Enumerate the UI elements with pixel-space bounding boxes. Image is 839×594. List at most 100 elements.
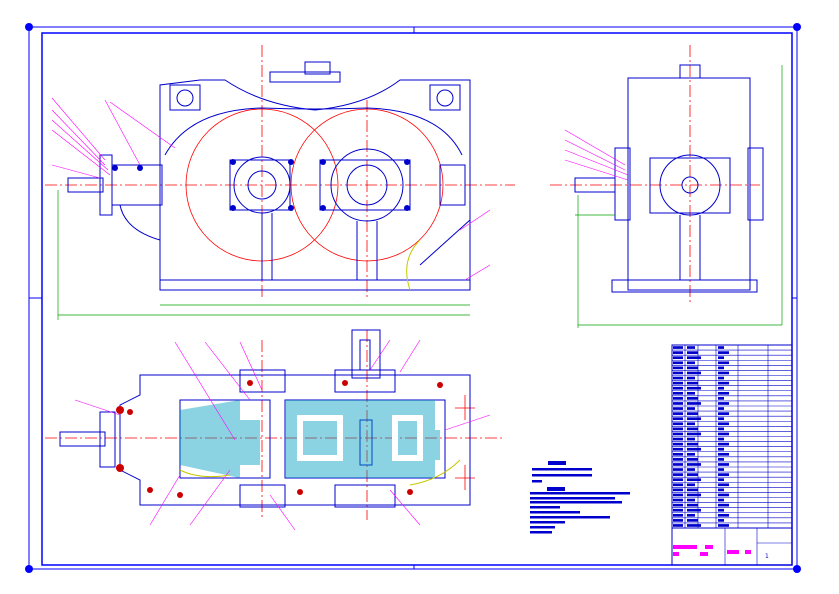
- parts-list-cell-text: [673, 427, 683, 431]
- parts-list-cell-text: [687, 386, 701, 390]
- parts-list-cell-text: [718, 508, 724, 512]
- parts-list-cell-text: [687, 402, 701, 405]
- parts-list-cell-text: [718, 447, 724, 451]
- parts-list-cell-text: [687, 478, 701, 482]
- parts-list-cell-text: [718, 361, 729, 365]
- parts-list-cell-text: [687, 351, 698, 354]
- parts-list-cell-text: [718, 427, 724, 431]
- parts-list-cell-text: [687, 412, 698, 415]
- parts-list-cell-text: [718, 386, 724, 390]
- parts-list-cell-text: [673, 407, 683, 410]
- parts-list-cell-text: [673, 503, 683, 507]
- technical-notes: [530, 461, 630, 534]
- parts-list-cell-text: [673, 386, 683, 390]
- parts-list-cell-text: [687, 498, 695, 502]
- parts-list-cell-text: [718, 351, 729, 354]
- parts-list-cell-text: [687, 513, 695, 517]
- parts-list-cell-text: [718, 371, 729, 375]
- parts-list-cell-text: [718, 381, 729, 385]
- parts-list-cell-text: [718, 503, 729, 507]
- parts-list-cell-text: [687, 519, 698, 522]
- parts-list-cell-text: [687, 488, 698, 492]
- parts-list-cell-text: [687, 442, 698, 446]
- parts-list-cell-text: [673, 366, 683, 370]
- parts-list-cell-text: [673, 468, 683, 471]
- parts-list-cell-text: [718, 407, 724, 410]
- parts-list-cell-text: [673, 356, 683, 360]
- parts-list-cell-text: [718, 519, 724, 522]
- parts-list-cell-text: [718, 468, 724, 471]
- parts-list-cell-text: [687, 468, 695, 471]
- side-view: [550, 45, 783, 328]
- parts-list-cell-text: [687, 432, 701, 436]
- title-block-field: [683, 545, 697, 549]
- parts-list-cell-text: [687, 503, 698, 507]
- parts-list-cell-text: [673, 447, 683, 451]
- sheet-number: 1: [765, 553, 769, 560]
- parts-list-cell-text: [673, 397, 683, 400]
- parts-list-cell-text: [718, 437, 724, 441]
- parts-list-cell-text: [718, 513, 729, 517]
- parts-list-cell-text: [718, 478, 724, 482]
- title-block-field: [673, 545, 683, 549]
- title-block-field: [700, 552, 708, 556]
- parts-list-cell-text: [687, 524, 701, 527]
- parts-list-cell-text: [718, 422, 729, 426]
- title-block-field: [727, 550, 739, 554]
- parts-list-cell-text: [673, 422, 683, 426]
- parts-list-cell-text: [673, 478, 683, 482]
- parts-list-cell-text: [673, 452, 683, 456]
- parts-list-cell-text: [687, 463, 701, 466]
- parts-list-cell-text: [687, 381, 698, 385]
- corner-marks: [25, 23, 801, 573]
- parts-list-cell-text: [673, 473, 683, 476]
- parts-list-cell-text: [718, 356, 724, 360]
- parts-list-cell-text: [673, 463, 683, 466]
- parts-list-cell-text: [687, 452, 695, 456]
- parts-list-cell-text: [718, 488, 724, 492]
- parts-list-cell-text: [718, 412, 729, 415]
- parts-list-cell-text: [687, 361, 695, 365]
- parts-list-cell-text: [718, 402, 729, 405]
- parts-list-cell-text: [687, 422, 695, 426]
- parts-list-cell-text: [718, 346, 724, 349]
- parts-list-cell-text: [718, 376, 724, 380]
- parts-list-cell-text: [673, 513, 683, 517]
- parts-list-cell-text: [718, 473, 729, 476]
- parts-list-cell-text: [718, 417, 724, 421]
- parts-list-cell-text: [673, 417, 683, 421]
- parts-list-cell-text: [687, 483, 695, 487]
- parts-list-cell-text: [673, 376, 683, 380]
- parts-list-cell-text: [687, 391, 695, 395]
- parts-list-cell-text: [673, 498, 683, 502]
- parts-list-cell-text: [687, 508, 701, 512]
- parts-list-cell-text: [673, 412, 683, 415]
- parts-list-cell-text: [718, 452, 729, 456]
- parts-list-cell-text: [673, 493, 683, 497]
- parts-list-cell-text: [673, 437, 683, 441]
- parts-list-cell-text: [687, 397, 698, 400]
- parts-list-cell-text: [687, 447, 701, 451]
- parts-list-cell-text: [718, 498, 724, 502]
- parts-list-cell-text: [718, 391, 729, 395]
- parts-list-cell-text: [673, 432, 683, 436]
- title-block-field: [673, 552, 679, 556]
- parts-list-cell-text: [673, 381, 683, 385]
- parts-list-cell-text: [673, 488, 683, 492]
- parts-list-cell-text: [687, 371, 701, 375]
- parts-list-cell-text: [718, 366, 724, 370]
- title-block: [671, 344, 793, 566]
- parts-list-cell-text: [673, 524, 683, 527]
- drawing-sheet: 1: [25, 23, 801, 573]
- parts-list-cell-text: [687, 356, 701, 360]
- pinion-section-hatch: [180, 400, 240, 478]
- title-block-field: [705, 545, 713, 549]
- parts-list-cell-text: [673, 483, 683, 487]
- parts-list-cell-text: [687, 407, 695, 410]
- parts-list-cell-text: [673, 519, 683, 522]
- parts-list-cell-text: [687, 346, 695, 349]
- parts-list-cell-text: [673, 391, 683, 395]
- parts-list-cell-text: [673, 458, 683, 461]
- parts-list-cell-text: [673, 508, 683, 512]
- parts-list-cell-text: [718, 397, 724, 400]
